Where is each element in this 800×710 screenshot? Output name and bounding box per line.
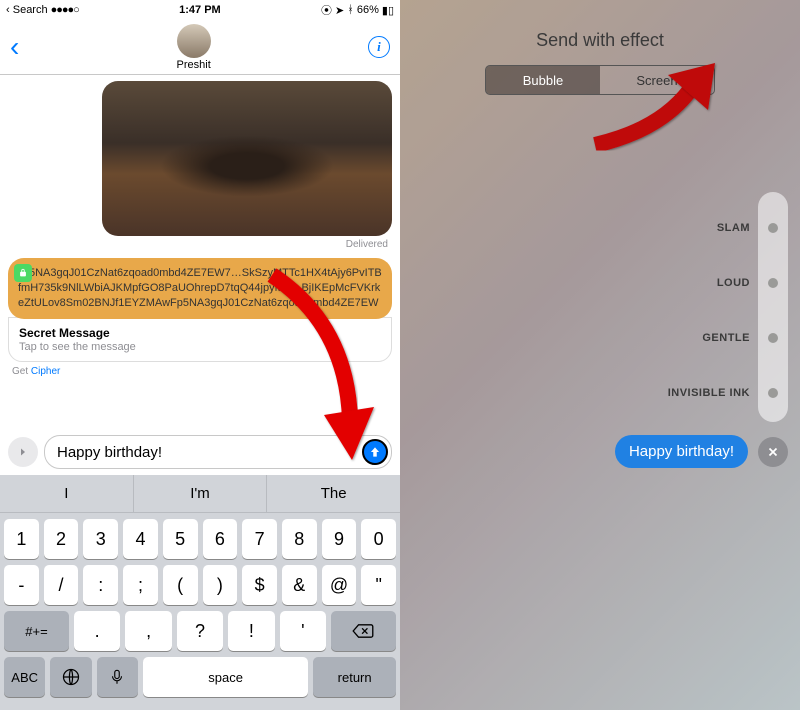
key[interactable]: : <box>83 565 118 605</box>
globe-key[interactable] <box>50 657 91 697</box>
key[interactable]: 7 <box>242 519 277 559</box>
key[interactable]: , <box>125 611 171 651</box>
key-row-1: 1 2 3 4 5 6 7 8 9 0 <box>0 513 400 559</box>
sent-gif-message[interactable] <box>102 81 392 236</box>
info-button[interactable]: i <box>368 36 390 58</box>
key[interactable]: @ <box>322 565 357 605</box>
backspace-key[interactable] <box>331 611 396 651</box>
effect-dot-icon <box>768 388 778 398</box>
key[interactable]: 3 <box>83 519 118 559</box>
effect-preview-row: Happy birthday! <box>615 435 788 468</box>
key[interactable]: - <box>4 565 39 605</box>
status-time: 1:47 PM <box>179 4 221 16</box>
key[interactable]: 2 <box>44 519 79 559</box>
nav-bar: ‹ Preshit i <box>0 20 400 75</box>
message-input-text: Happy birthday! <box>57 444 362 461</box>
key[interactable]: 8 <box>282 519 317 559</box>
key[interactable]: 4 <box>123 519 158 559</box>
effect-dot-icon <box>768 223 778 233</box>
back-to-search[interactable]: ‹ Search <box>6 4 48 16</box>
bluetooth-icon: ᚼ <box>347 4 354 16</box>
key-row-3: #+= . , ? ! ' <box>0 605 400 651</box>
apps-button[interactable] <box>8 437 38 467</box>
bubble-effect-list: SLAM LOUD GENTLE INVISIBLE INK <box>588 200 788 420</box>
suggestion[interactable]: I'm <box>134 475 268 512</box>
secret-subtitle: Tap to see the message <box>19 341 381 353</box>
keyboard: I I'm The 1 2 3 4 5 6 7 8 9 0 - / : ; ( … <box>0 475 400 710</box>
key[interactable]: 1 <box>4 519 39 559</box>
key[interactable]: ! <box>228 611 274 651</box>
location-icon: ➤ <box>335 4 344 17</box>
suggestion[interactable]: The <box>267 475 400 512</box>
tab-screen[interactable]: Screen <box>600 66 714 94</box>
contact-name: Preshit <box>177 59 211 71</box>
space-key[interactable]: space <box>143 657 308 697</box>
battery-icon: ▮▯ <box>382 4 394 17</box>
imessage-conversation-screen: ‹ Search ●●●●○ 1:47 PM ⦿ ➤ ᚼ 66% ▮▯ ‹ Pr… <box>0 0 400 710</box>
cipher-text: …5NA3gqJ01CzNat6zqoad0mbd4ZE7EW7…SkSzyMT… <box>18 267 382 309</box>
key[interactable]: 5 <box>163 519 198 559</box>
suggestion-bar: I I'm The <box>0 475 400 513</box>
key[interactable]: 6 <box>203 519 238 559</box>
dictation-key[interactable] <box>97 657 138 697</box>
effect-title: Send with effect <box>400 30 800 51</box>
cipher-encrypted-message[interactable]: …5NA3gqJ01CzNat6zqoad0mbd4ZE7EW7…SkSzyMT… <box>8 258 392 319</box>
lock-icon <box>14 264 32 282</box>
key-row-2: - / : ; ( ) $ & @ " <box>0 559 400 605</box>
delivered-status: Delivered <box>8 239 388 250</box>
secret-message-card[interactable]: Secret Message Tap to see the message <box>8 317 392 362</box>
key[interactable]: ) <box>203 565 238 605</box>
suggestion[interactable]: I <box>0 475 134 512</box>
message-input[interactable]: Happy birthday! <box>44 435 392 469</box>
alarm-icon: ⦿ <box>321 2 332 18</box>
compose-bar: Happy birthday! <box>0 429 400 475</box>
abc-key[interactable]: ABC <box>4 657 45 697</box>
key[interactable]: ; <box>123 565 158 605</box>
key[interactable]: ? <box>177 611 223 651</box>
return-key[interactable]: return <box>313 657 396 697</box>
key[interactable]: 0 <box>361 519 396 559</box>
signal-strength-icon: ●●●●○ <box>51 4 79 16</box>
back-button[interactable]: ‹ <box>10 31 19 63</box>
key[interactable]: ' <box>280 611 326 651</box>
contact-avatar <box>177 24 211 58</box>
secret-title: Secret Message <box>19 326 381 340</box>
key[interactable]: ( <box>163 565 198 605</box>
status-bar: ‹ Search ●●●●○ 1:47 PM ⦿ ➤ ᚼ 66% ▮▯ <box>0 0 400 20</box>
get-app-link[interactable]: Get Cipher <box>12 366 392 377</box>
send-button[interactable] <box>362 439 388 465</box>
preview-message-bubble: Happy birthday! <box>615 435 748 468</box>
key-row-4: ABC space return <box>0 651 400 697</box>
effect-dot-icon <box>768 333 778 343</box>
message-thread[interactable]: Delivered …5NA3gqJ01CzNat6zqoad0mbd4ZE7E… <box>0 75 400 475</box>
contact-header[interactable]: Preshit <box>177 24 211 71</box>
battery-percent: 66% <box>357 4 379 16</box>
key[interactable]: . <box>74 611 120 651</box>
effect-tab-segmented-control: Bubble Screen <box>485 65 715 95</box>
key[interactable]: / <box>44 565 79 605</box>
key[interactable]: 9 <box>322 519 357 559</box>
close-button[interactable] <box>758 437 788 467</box>
key[interactable]: $ <box>242 565 277 605</box>
symbols-shift-key[interactable]: #+= <box>4 611 69 651</box>
tab-bubble[interactable]: Bubble <box>486 66 600 94</box>
key[interactable]: & <box>282 565 317 605</box>
send-with-effect-screen: Send with effect Bubble Screen SLAM LOUD… <box>400 0 800 710</box>
key[interactable]: " <box>361 565 396 605</box>
effect-dot-icon <box>768 278 778 288</box>
